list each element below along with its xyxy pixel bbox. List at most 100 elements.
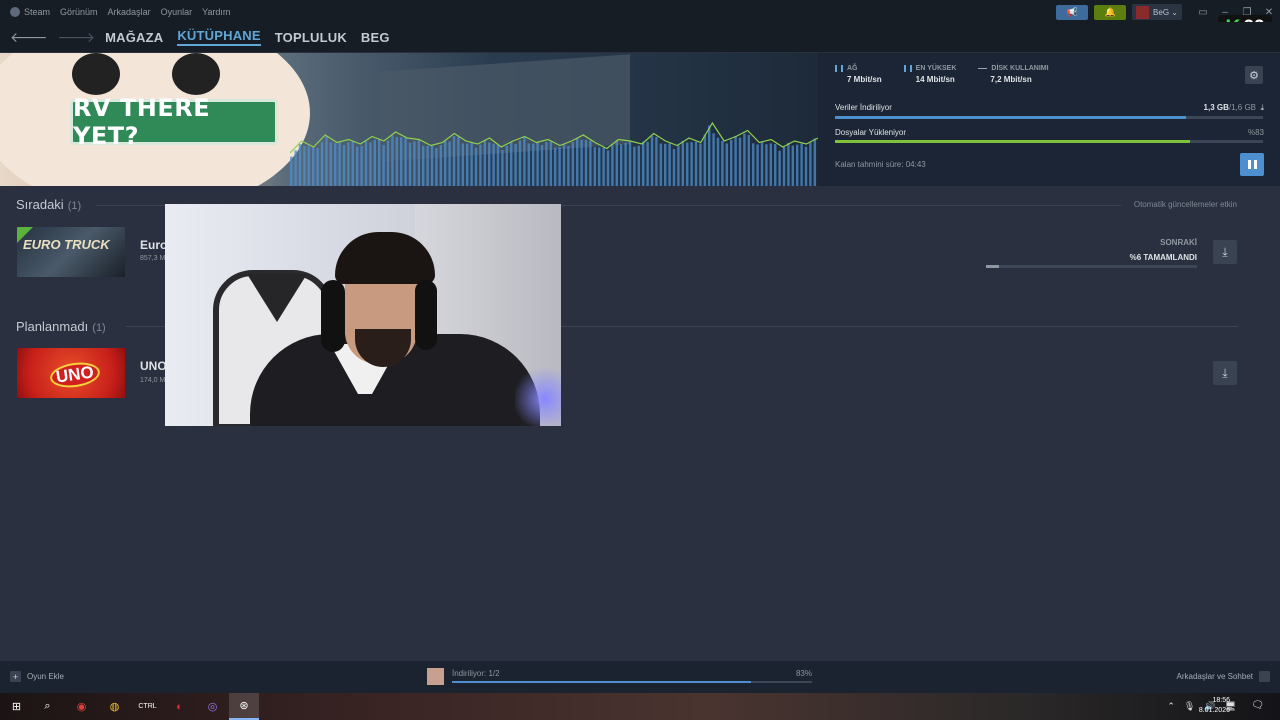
add-game-button[interactable]: + Oyun Ekle (10, 671, 64, 682)
queue-game-name[interactable]: Euro (140, 238, 167, 252)
graph-bar (470, 142, 473, 186)
menu-games[interactable]: Oyunlar (161, 7, 193, 17)
eta-text: Kalan tahmini süre: 04:43 (835, 160, 926, 169)
graph-bar (540, 145, 544, 186)
graph-bar (474, 147, 478, 186)
bar-chart-icon (903, 65, 912, 72)
graph-bar (466, 143, 469, 186)
graph-bar (672, 149, 676, 186)
graph-bar (620, 144, 623, 186)
bottom-bar: + Oyun Ekle İndiriliyor: 1/2 83% Arkadaş… (0, 661, 1280, 693)
menu-help[interactable]: Yardım (202, 7, 230, 17)
tab-store[interactable]: MAĞAZA (105, 30, 163, 45)
graph-bar (382, 144, 385, 186)
graph-bar (562, 143, 566, 186)
graph-bar (316, 147, 319, 186)
graph-bar (787, 142, 790, 186)
app-icon-3[interactable]: ◎ (203, 697, 222, 716)
app-icon-2[interactable]: ◐ (170, 697, 189, 716)
graph-bar (514, 144, 517, 186)
announcements-button[interactable]: 📢 (1056, 4, 1089, 20)
download-icon: ⤓ (1222, 244, 1228, 259)
installing-label: Dosyalar Yükleniyor (835, 128, 906, 137)
graph-bar (439, 145, 443, 186)
graph-bar (677, 145, 680, 186)
graph-bar (791, 145, 795, 186)
tab-library[interactable]: KÜTÜPHANE (177, 28, 261, 46)
download-icon: ⤓ (1222, 365, 1228, 380)
graph-bar (765, 144, 768, 186)
graph-bar (804, 146, 808, 186)
graph-bar (637, 145, 641, 186)
download-progress-bar (835, 116, 1263, 119)
graph-bar (417, 139, 421, 186)
graph-bar (303, 146, 306, 186)
graph-bar (611, 145, 614, 186)
download-header: RV THERE YET? AĞ 7 Mbit/sn EN YÜKSEK 14 … (0, 53, 1280, 186)
graph-bar (756, 144, 759, 186)
graph-bar (413, 141, 416, 186)
notifications-button[interactable]: 🔔 (1094, 4, 1127, 20)
graph-bar (628, 141, 632, 186)
forward-arrow-icon[interactable]: 🡒 (58, 29, 96, 46)
friends-chat-button[interactable]: Arkadaşlar ve Sohbet (1177, 671, 1270, 682)
search-icon[interactable]: ⌕ (38, 697, 57, 716)
tab-community[interactable]: TOPLULUK (275, 30, 347, 45)
graph-bar (659, 143, 663, 186)
graph-bar (598, 147, 601, 186)
graph-bar (342, 145, 346, 186)
steam-logo-icon (10, 7, 20, 17)
app-icon-1[interactable]: ◉ (72, 697, 91, 716)
menu-steam[interactable]: Steam (24, 7, 50, 17)
unscheduled-download-button[interactable]: ⤓ (1213, 361, 1237, 385)
windows-start-icon[interactable]: ⊞ (7, 697, 26, 716)
app-icon-ctrl[interactable]: CTRL (138, 697, 157, 716)
graph-bar (545, 142, 548, 186)
graph-bar (391, 135, 394, 186)
graph-bar (356, 146, 359, 186)
auto-update-text[interactable]: Otomatik güncellemeler etkin (1134, 200, 1237, 209)
graph-bar (725, 143, 729, 186)
graph-bar (730, 139, 733, 186)
bar-chart-icon (835, 65, 843, 72)
steam-taskbar-icon[interactable]: ⊛ (229, 693, 259, 720)
install-progress-bar (835, 140, 1263, 143)
graph-bar (681, 140, 685, 186)
mic-icon[interactable]: 🎙 (1184, 701, 1195, 712)
back-arrow-icon[interactable]: 🡐 (10, 29, 48, 46)
graph-bar (435, 148, 438, 186)
gear-icon[interactable]: ⚙ (1245, 66, 1263, 84)
user-menu[interactable]: BeG ⌄ (1132, 4, 1182, 20)
graph-bar (796, 144, 799, 186)
graph-bar (430, 145, 434, 186)
graph-bar (378, 139, 381, 186)
graph-bar (615, 139, 619, 186)
graph-bar (589, 140, 592, 186)
download-status[interactable]: İndiriliyor: 1/2 83% (427, 667, 812, 687)
graph-bar (716, 137, 720, 186)
menu-friends[interactable]: Arkadaşlar (108, 7, 151, 17)
chevron-up-icon[interactable]: ⌃ (1167, 701, 1175, 712)
notification-icon[interactable]: 🗨 (1251, 700, 1264, 711)
unscheduled-game-name[interactable]: UNO (140, 359, 167, 373)
graph-bar (743, 133, 746, 186)
tab-profile[interactable]: BEG (361, 30, 390, 45)
unscheduled-game-size: 174,0 M (140, 377, 166, 384)
menu-view[interactable]: Görünüm (60, 7, 98, 17)
graph-bar (479, 144, 482, 186)
graph-bar (400, 137, 403, 186)
banner-title: RV THERE YET? (70, 94, 278, 150)
clock[interactable]: 18:56 8.01.2026 (1199, 696, 1230, 716)
graph-bar (567, 146, 570, 186)
chrome-icon[interactable]: ◍ (105, 697, 124, 716)
graph-bar (686, 142, 689, 186)
queue-progress-bar (986, 265, 1197, 268)
graph-bar (602, 147, 605, 186)
pause-button[interactable] (1240, 153, 1264, 176)
uno-thumbnail[interactable]: UNO (17, 348, 125, 398)
ets2-thumbnail[interactable]: EURO TRUCK (17, 227, 125, 277)
queue-download-button[interactable]: ⤓ (1213, 240, 1237, 264)
bigpicture-icon[interactable]: ▭ (1192, 7, 1214, 18)
stat-disk: DİSK KULLANIMI 7,2 Mbit/sn (978, 65, 1049, 84)
graph-bar (646, 141, 649, 186)
